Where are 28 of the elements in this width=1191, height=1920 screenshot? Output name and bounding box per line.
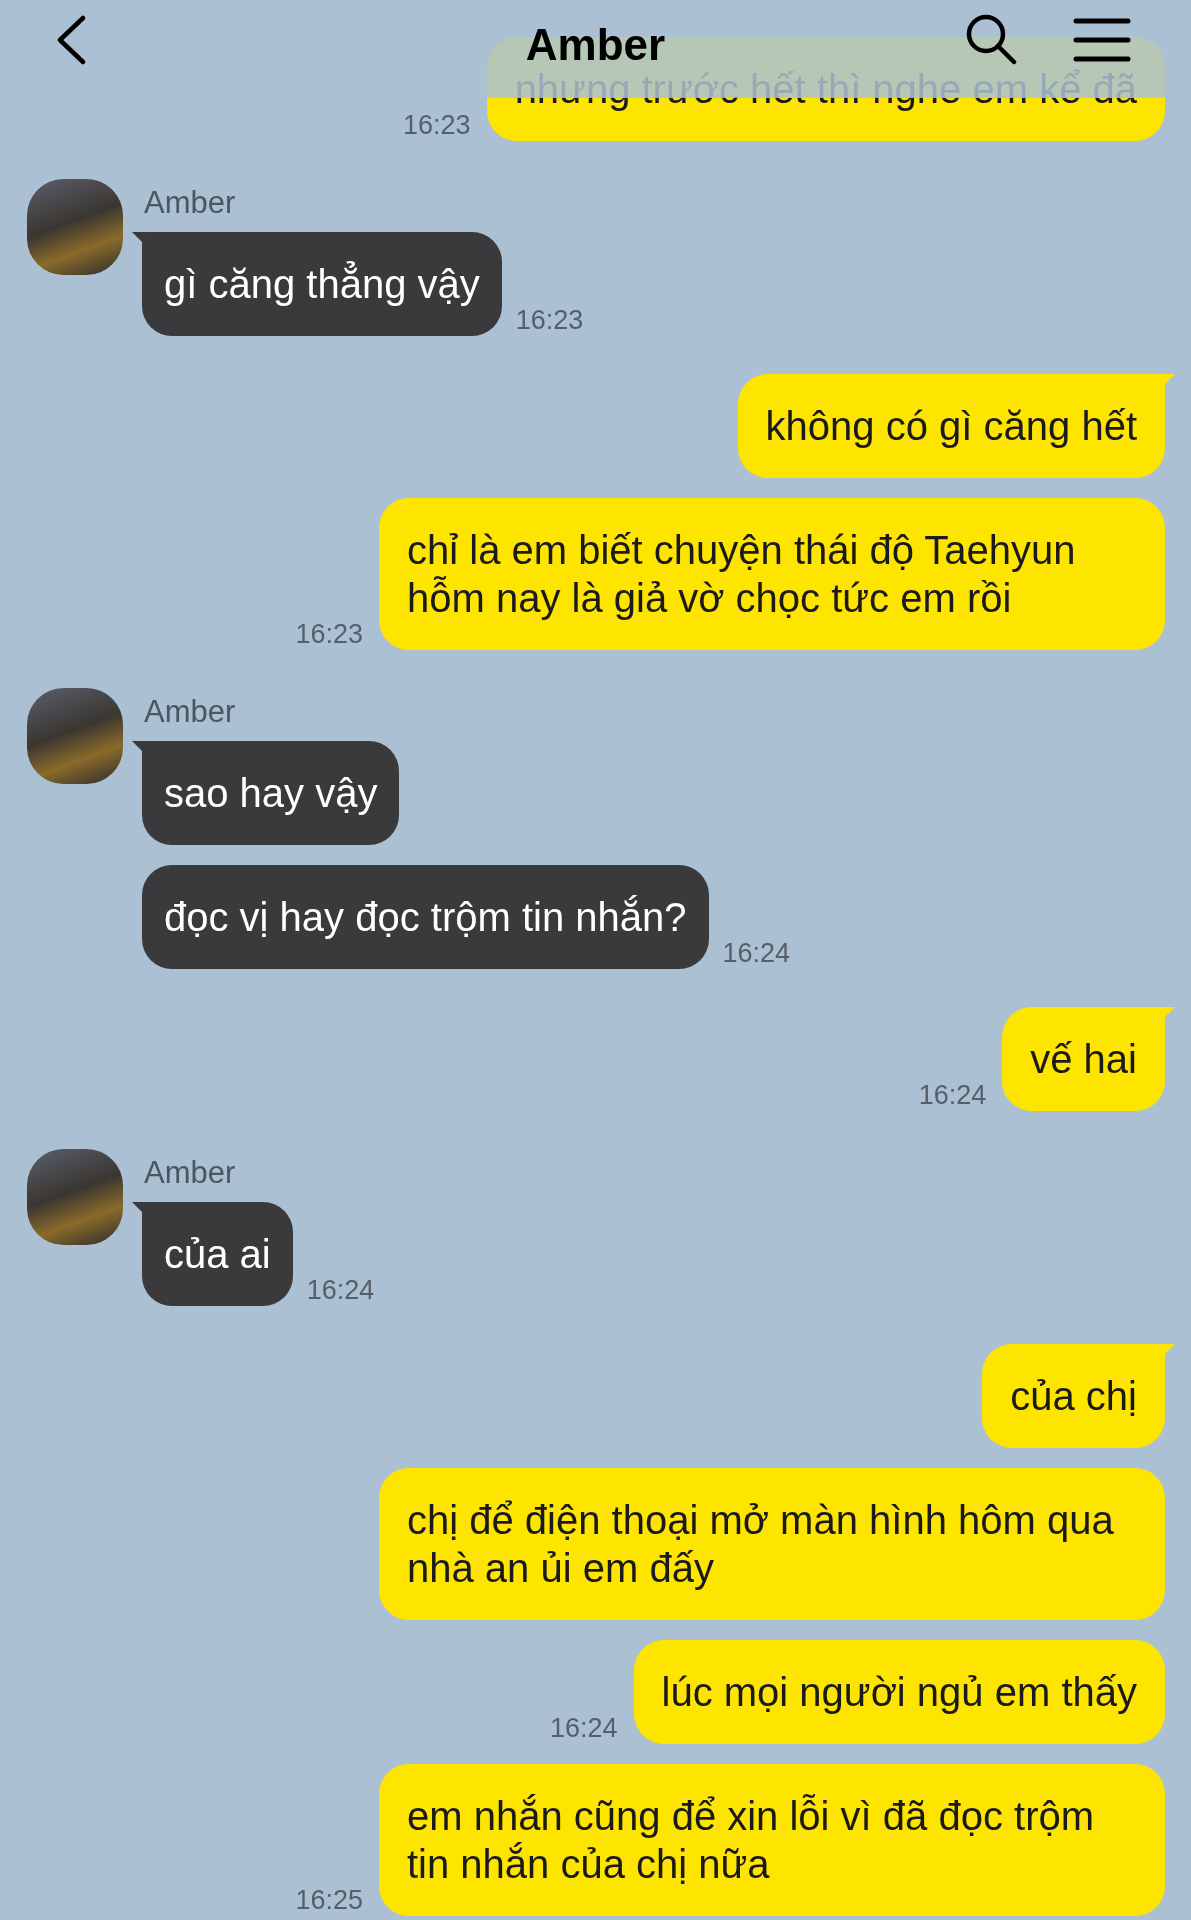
message-bubble: chị để điện thoại mở màn hình hôm qua nhà an ủi em đấy: [379, 1468, 1165, 1620]
message-bubble: lúc mọi người ngủ em thấy: [633, 1640, 1165, 1744]
message-bubble: gì căng thẳng vậy: [132, 232, 502, 336]
message-time: 16:23: [515, 307, 584, 334]
message-bubble: chỉ là em biết chuyện thái độ Taehyun hỗm nay là giả vờ chọc tức em rồi: [379, 498, 1165, 650]
message-bubble: của chị: [982, 1344, 1175, 1448]
sender-name: Amber: [144, 187, 237, 218]
message-bubble: em nhắn cũng để xin lỗi vì đã đọc trộm tin nhắn của chị nữa: [379, 1764, 1165, 1916]
message-bubble: không có gì căng hết: [737, 374, 1175, 478]
message-bubble: sao hay vậy: [132, 741, 400, 845]
message-time: 16:24: [918, 1082, 987, 1109]
sender-name: Amber: [144, 1157, 237, 1188]
avatar-photo[interactable]: [27, 1149, 123, 1245]
sender-name: Amber: [144, 696, 237, 727]
message-time: 16:25: [295, 1887, 363, 1914]
message-time: 16:24: [549, 1715, 618, 1742]
message-time: 16:23: [295, 621, 363, 648]
message-time: 16:23: [403, 112, 471, 139]
message-bubble: vế hai: [1002, 1007, 1175, 1111]
message-bubble: đọc vị hay đọc trộm tin nhắn?: [142, 865, 709, 969]
avatar-photo[interactable]: [27, 179, 123, 275]
search-icon[interactable]: [965, 13, 1017, 65]
message-bubble: của ai: [132, 1202, 293, 1306]
message-time: 16:24: [722, 940, 791, 967]
back-icon[interactable]: [55, 15, 87, 65]
menu-icon[interactable]: [1073, 17, 1131, 63]
message-time: 16:24: [306, 1277, 375, 1304]
avatar-photo[interactable]: [27, 688, 123, 784]
